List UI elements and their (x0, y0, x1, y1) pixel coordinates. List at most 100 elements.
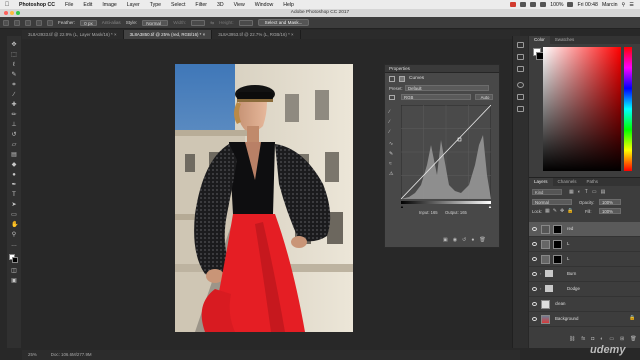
layer-filter-kind[interactable]: Kind (532, 189, 562, 195)
marquee-icon[interactable]: ⬚ (11, 52, 17, 58)
menu-app-name[interactable]: Photoshop CC (14, 2, 60, 8)
layer-row[interactable]: › Dodge (529, 282, 640, 297)
menu-edit[interactable]: Edit (78, 2, 97, 8)
layer-row[interactable]: red (529, 222, 640, 237)
move-icon[interactable]: ✥ (11, 42, 17, 48)
style-select[interactable]: Normal (142, 19, 169, 26)
background-color-swatch[interactable] (12, 257, 18, 263)
reset-icon[interactable]: ↺ (462, 237, 466, 243)
curve-point-icon[interactable]: ∿ (389, 141, 393, 147)
eye-icon[interactable] (532, 227, 537, 231)
eye-icon[interactable] (532, 257, 537, 261)
menu-view[interactable]: View (229, 2, 250, 8)
volume-icon[interactable] (540, 2, 547, 7)
expand-arrow-icon[interactable]: › (540, 286, 541, 291)
history-icon[interactable] (517, 42, 524, 48)
info-icon[interactable] (517, 94, 524, 100)
history-brush-icon[interactable]: ↺ (11, 132, 17, 138)
eyedropper-black-icon[interactable]: ∕ (389, 109, 390, 115)
lasso-icon[interactable]: ℓ (11, 62, 17, 68)
actions-icon[interactable] (517, 54, 524, 60)
fill-input[interactable]: 100% (599, 208, 621, 214)
more-tools-icon[interactable]: … (11, 242, 17, 248)
close-window-icon[interactable] (4, 11, 8, 15)
color-field[interactable] (543, 47, 621, 171)
minimize-window-icon[interactable] (10, 11, 14, 15)
eye-icon[interactable] (532, 242, 537, 246)
layer-name[interactable]: red (567, 226, 573, 231)
eye-icon[interactable] (532, 317, 537, 321)
menu-help[interactable]: Help (278, 2, 299, 8)
expand-arrow-icon[interactable]: › (540, 271, 541, 276)
tab-layers[interactable]: Layers (529, 178, 553, 186)
record-icon[interactable] (510, 2, 517, 7)
white-point-slider[interactable]: ▲ (488, 204, 492, 209)
blur-icon[interactable]: ◆ (11, 162, 17, 168)
new-selection-icon[interactable] (14, 19, 20, 26)
shape-icon[interactable]: ▭ (11, 212, 17, 218)
dodge-icon[interactable]: ● (11, 172, 17, 178)
close-tab-icon[interactable]: × (114, 32, 117, 37)
gradient-icon[interactable]: ▤ (11, 152, 17, 158)
opacity-input[interactable]: 100% (599, 199, 621, 205)
layer-row[interactable]: L (529, 237, 640, 252)
channel-select[interactable]: RGB (401, 94, 471, 100)
menu-icon[interactable]: ☰ (629, 2, 634, 8)
user-name[interactable]: Marcin (602, 2, 618, 8)
tab-color[interactable]: Color (529, 36, 550, 44)
healing-icon[interactable]: ✚ (11, 102, 17, 108)
apple-icon[interactable]:  (0, 2, 14, 8)
menu-3d[interactable]: 3D (212, 2, 229, 8)
fx-icon[interactable]: fx (581, 336, 585, 342)
filter-type-icon[interactable]: T (585, 189, 588, 195)
filter-pixel-icon[interactable]: ▦ (569, 189, 574, 195)
layer-name[interactable]: clean (555, 301, 566, 306)
feather-input[interactable]: 0 px (80, 19, 97, 26)
layer-row[interactable]: › Burn (529, 267, 640, 282)
close-tab-icon[interactable]: × (291, 32, 294, 37)
antialias-checkbox[interactable]: Anti-alias (102, 20, 121, 25)
eye-icon[interactable] (532, 287, 537, 291)
menu-image[interactable]: Image (97, 2, 121, 8)
quick-mask-icon[interactable]: ◫ (11, 268, 17, 274)
height-input[interactable] (238, 19, 253, 26)
brush-icon[interactable]: ✏ (11, 112, 17, 118)
zoom-icon[interactable]: ⚲ (11, 232, 17, 238)
document-image[interactable] (175, 64, 353, 332)
hand-icon[interactable]: ✋ (11, 222, 18, 228)
close-tab-icon[interactable]: × (203, 32, 206, 37)
stamp-icon[interactable]: ⊥ (11, 122, 17, 128)
eyedropper-white-icon[interactable]: ∕ (389, 129, 390, 135)
view-previous-icon[interactable]: ◉ (453, 237, 457, 243)
auto-button[interactable]: Auto (475, 94, 493, 100)
eyedropper-gray-icon[interactable]: ∕ (389, 119, 390, 125)
tab-channels[interactable]: Channels (553, 178, 582, 186)
menu-window[interactable]: Window (250, 2, 278, 8)
brush-settings-icon[interactable] (517, 106, 524, 112)
eyedropper-icon[interactable]: ∕ (11, 92, 17, 98)
path-select-icon[interactable]: ➤ (11, 202, 17, 208)
pencil-curve-icon[interactable]: ✎ (389, 151, 393, 157)
link-icon[interactable]: ⛓ (569, 336, 575, 342)
cloud-icon[interactable] (520, 2, 527, 7)
add-mask-icon[interactable]: ◘ (591, 336, 594, 342)
smooth-curve-icon[interactable]: ≈ (389, 161, 392, 167)
filter-adjust-icon[interactable]: ◐ (578, 189, 581, 195)
subtract-selection-icon[interactable] (36, 19, 42, 26)
add-selection-icon[interactable] (25, 19, 31, 26)
swap-icon[interactable]: ⇆ (210, 20, 214, 26)
menu-select[interactable]: Select (166, 2, 190, 8)
layer-name[interactable]: L (567, 256, 569, 261)
crop-icon[interactable]: ⌗ (11, 82, 17, 88)
layer-name[interactable]: Background (555, 316, 578, 321)
layer-name[interactable]: Burn (567, 271, 576, 276)
search-icon[interactable]: ⚲ (622, 2, 626, 8)
layer-row[interactable]: Background 🔒 (529, 312, 640, 327)
clock[interactable]: Fri 00:48 (577, 2, 597, 8)
clip-to-layer-icon[interactable]: ▣ (443, 237, 448, 243)
adjustments-icon[interactable] (517, 66, 524, 72)
delete-layer-icon[interactable]: 🗑 (630, 336, 636, 342)
menu-filter[interactable]: Filter (190, 2, 212, 8)
tab-swatches[interactable]: Swatches (550, 36, 580, 44)
lock-paint-icon[interactable]: ✎ (553, 208, 557, 214)
